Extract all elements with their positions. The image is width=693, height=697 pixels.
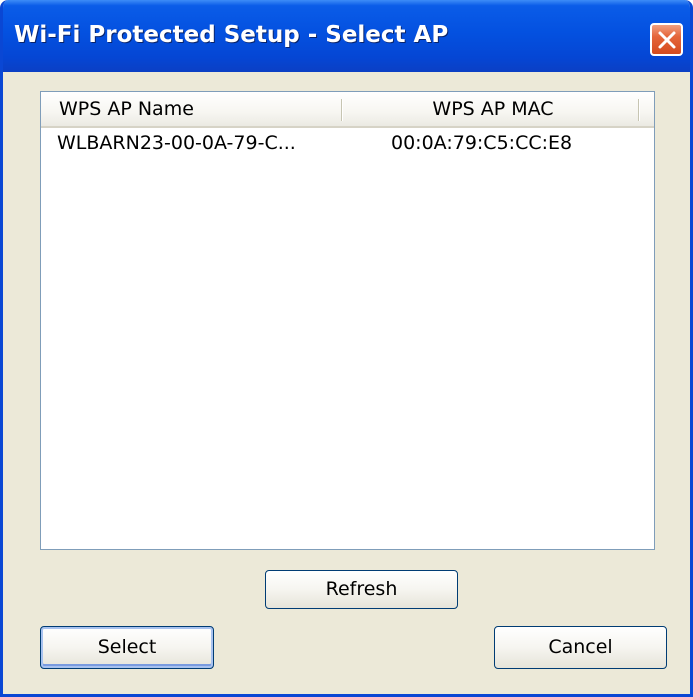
select-button[interactable]: Select bbox=[40, 626, 214, 669]
cancel-button[interactable]: Cancel bbox=[494, 626, 667, 669]
column-separator[interactable] bbox=[638, 99, 640, 121]
window-title: Wi-Fi Protected Setup - Select AP bbox=[14, 22, 449, 48]
wps-select-ap-dialog: Wi-Fi Protected Setup - Select AP WPS AP… bbox=[0, 0, 693, 697]
ap-name-cell: WLBARN23-00-0A-79-C... bbox=[57, 132, 296, 154]
column-header-ap-mac[interactable]: WPS AP MAC bbox=[345, 92, 641, 126]
ap-mac-cell: 00:0A:79:C5:CC:E8 bbox=[391, 132, 573, 154]
title-bar[interactable]: Wi-Fi Protected Setup - Select AP bbox=[3, 0, 690, 72]
list-row[interactable]: WLBARN23-00-0A-79-C... 00:0A:79:C5:CC:E8 bbox=[41, 128, 654, 160]
ap-list-view[interactable]: WPS AP Name WPS AP MAC WLBARN23-00-0A-79… bbox=[40, 91, 655, 550]
close-x-icon bbox=[658, 31, 676, 49]
refresh-button[interactable]: Refresh bbox=[265, 570, 458, 609]
column-separator[interactable] bbox=[341, 99, 343, 121]
column-header-ap-name[interactable]: WPS AP Name bbox=[41, 92, 343, 126]
close-button[interactable] bbox=[650, 23, 683, 56]
list-header: WPS AP Name WPS AP MAC bbox=[41, 92, 654, 128]
